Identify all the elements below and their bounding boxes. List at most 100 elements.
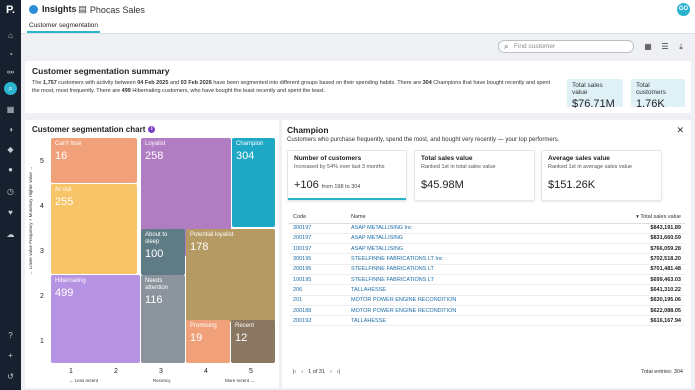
- cloud-icon[interactable]: ☁: [5, 229, 16, 240]
- cell-name[interactable]: ASAP METALLISING: [347, 243, 578, 255]
- segment-at-risk[interactable]: At risk 255: [51, 184, 137, 274]
- metric-average-sales-value: Average sales value Ranked 1st in averag…: [541, 150, 662, 201]
- detail-title: Champion: [287, 125, 329, 135]
- layout-icon[interactable]: ▦: [643, 42, 653, 52]
- segment-recent[interactable]: Recent 12: [231, 320, 275, 363]
- cell-name[interactable]: TALLAHESSE: [347, 315, 578, 327]
- cell-name[interactable]: STEELFINNE FABRICATIONS LT Inc: [347, 253, 578, 265]
- add-icon[interactable]: +: [5, 350, 16, 361]
- metric-value: +106 from 198 to 304: [294, 179, 361, 191]
- segment-needs-attention[interactable]: Needs attention 116: [141, 275, 185, 363]
- next-page-icon[interactable]: ›: [330, 369, 332, 375]
- cell-name[interactable]: ASAP METALLISING Inc: [347, 223, 578, 234]
- segment-champion[interactable]: Champion 304: [232, 138, 275, 227]
- search-list-icon[interactable]: ☰: [660, 42, 670, 52]
- segment-potential-loyalist[interactable]: Potential loyalist 178: [186, 229, 275, 322]
- segment-value: 499: [55, 287, 74, 299]
- segment-value: 258: [145, 150, 164, 162]
- close-icon[interactable]: ✕: [676, 125, 684, 136]
- search-box[interactable]: ⌕: [498, 40, 634, 53]
- cell-name[interactable]: MOTOR POWER ENGINE RECONDITION: [347, 305, 578, 317]
- col-code[interactable]: Code: [289, 211, 347, 224]
- y-tick: 4: [40, 203, 44, 210]
- history-icon[interactable]: ◷: [5, 186, 16, 197]
- finance-icon[interactable]: ◑: [5, 124, 16, 135]
- table-row[interactable]: 100197 ASAP METALLISING $766,059.28: [289, 243, 685, 255]
- user-icon[interactable]: ●: [5, 164, 16, 175]
- search-input[interactable]: [514, 42, 624, 51]
- table-row[interactable]: 200197 ASAP METALLISING $831,660.59: [289, 233, 685, 245]
- cell-code[interactable]: 200195: [289, 264, 347, 275]
- cell-code[interactable]: 100195: [289, 274, 347, 286]
- cell-total: $699,463.03: [577, 274, 685, 286]
- home-icon[interactable]: ⌂: [5, 30, 16, 41]
- divider: |: [73, 4, 76, 15]
- kpi-label: Total sales value: [572, 82, 603, 96]
- cell-code[interactable]: 201: [289, 295, 347, 306]
- cell-name[interactable]: STEELFINNE FABRICATIONS LT: [347, 274, 578, 286]
- help-icon[interactable]: ?: [5, 330, 16, 341]
- cell-code[interactable]: 300197: [289, 223, 347, 234]
- cell-total: $630,195.06: [577, 295, 685, 306]
- table-row[interactable]: 200188 MOTOR POWER ENGINE RECONDITION $622…: [289, 305, 685, 317]
- cell-name[interactable]: STEELFINNE FABRICATIONS LT: [347, 264, 578, 275]
- cell-name[interactable]: TALLAHESSE: [347, 284, 578, 296]
- first-page-icon[interactable]: |‹: [293, 369, 296, 375]
- metric-total-sales-value: Total sales value Ranked 1st in total sa…: [414, 150, 535, 201]
- favorites-icon[interactable]: ♥: [5, 207, 16, 218]
- table-row[interactable]: 206 TALLAHESSE $641,310.22: [289, 284, 685, 296]
- x-tick: 5: [249, 368, 253, 375]
- metric-value: $151.26K: [548, 179, 596, 191]
- segment-hibernating[interactable]: Hibernating 499: [51, 275, 140, 363]
- table-row[interactable]: 100195 STEELFINNE FABRICATIONS LT $699,463…: [289, 274, 685, 286]
- tag-icon[interactable]: ◆: [5, 144, 16, 155]
- segment-name: Recent: [235, 323, 255, 329]
- cell-code[interactable]: 200197: [289, 233, 347, 245]
- cell-code[interactable]: 200188: [289, 305, 347, 317]
- table-row[interactable]: 300195 STEELFINNE FABRICATIONS LT Inc $702…: [289, 253, 685, 265]
- table-row[interactable]: 200195 STEELFINNE FABRICATIONS LT $701,481…: [289, 264, 685, 275]
- cell-name[interactable]: MOTOR POWER ENGINE RECONDITION: [347, 295, 578, 306]
- search-icon: ⌕: [504, 42, 509, 51]
- analytics-icon[interactable]: ⚯: [5, 67, 16, 78]
- table-row[interactable]: 201 MOTOR POWER ENGINE RECONDITION $630,19…: [289, 295, 685, 306]
- prev-page-icon[interactable]: ‹: [301, 369, 303, 375]
- segment-value: 178: [190, 241, 209, 253]
- top-bar: Insights | ▤ Phocas Sales GO Customer se…: [21, 0, 695, 34]
- app-title[interactable]: Insights: [29, 4, 77, 14]
- insights-icon[interactable]: ⌕: [4, 82, 17, 95]
- table-row[interactable]: 300197 ASAP METALLISING Inc $843,191.89: [289, 223, 685, 234]
- last-page-icon[interactable]: ›|: [337, 369, 340, 375]
- metric-subtitle: Increased by 54% over last 3 months: [294, 164, 385, 170]
- cell-name[interactable]: ASAP METALLISING: [347, 233, 578, 245]
- customer-table: Code Name ▾ Total sales value 300197 ASAP…: [289, 211, 685, 327]
- table-row[interactable]: 200192 TALLAHESSE $616,167.94: [289, 315, 685, 327]
- kpi-total-customers: Total customers 1.76K: [631, 79, 685, 110]
- metric-accent-bar: [288, 198, 406, 200]
- x-tick: 1: [69, 368, 73, 375]
- cell-code[interactable]: 100197: [289, 243, 347, 255]
- kpi-label: Total customers: [636, 82, 666, 96]
- x-tick: 4: [204, 368, 208, 375]
- metric-subtitle: Ranked 1st in average sales value: [548, 164, 633, 170]
- col-total-sales[interactable]: ▾ Total sales value: [577, 211, 685, 224]
- cell-total: $622,088.05: [577, 305, 685, 317]
- cell-code[interactable]: 206: [289, 284, 347, 296]
- col-name[interactable]: Name: [347, 211, 578, 224]
- segment-promising[interactable]: Promising 19: [186, 320, 230, 363]
- breadcrumb-label: Phocas Sales: [89, 4, 145, 15]
- cell-code[interactable]: 200192: [289, 315, 347, 327]
- download-icon[interactable]: ⤓: [676, 42, 686, 52]
- cell-code[interactable]: 300195: [289, 253, 347, 265]
- tab-customer-segmentation[interactable]: Customer segmentation: [27, 21, 101, 33]
- breadcrumb[interactable]: | ▤ Phocas Sales: [73, 4, 145, 15]
- avatar[interactable]: GO: [677, 3, 690, 16]
- dashboard-icon[interactable]: ◔: [5, 49, 16, 60]
- logout-icon[interactable]: ↺: [5, 371, 16, 382]
- segment-value: 12: [235, 332, 248, 344]
- kpi-value: 1.76K: [636, 98, 665, 110]
- segment-can-t-lose[interactable]: Can't lose 16: [51, 138, 137, 183]
- reports-icon[interactable]: ▦: [5, 104, 16, 115]
- segment-about-to-sleep[interactable]: About to sleep 100: [141, 229, 185, 275]
- phocas-logo[interactable]: P.: [4, 4, 17, 17]
